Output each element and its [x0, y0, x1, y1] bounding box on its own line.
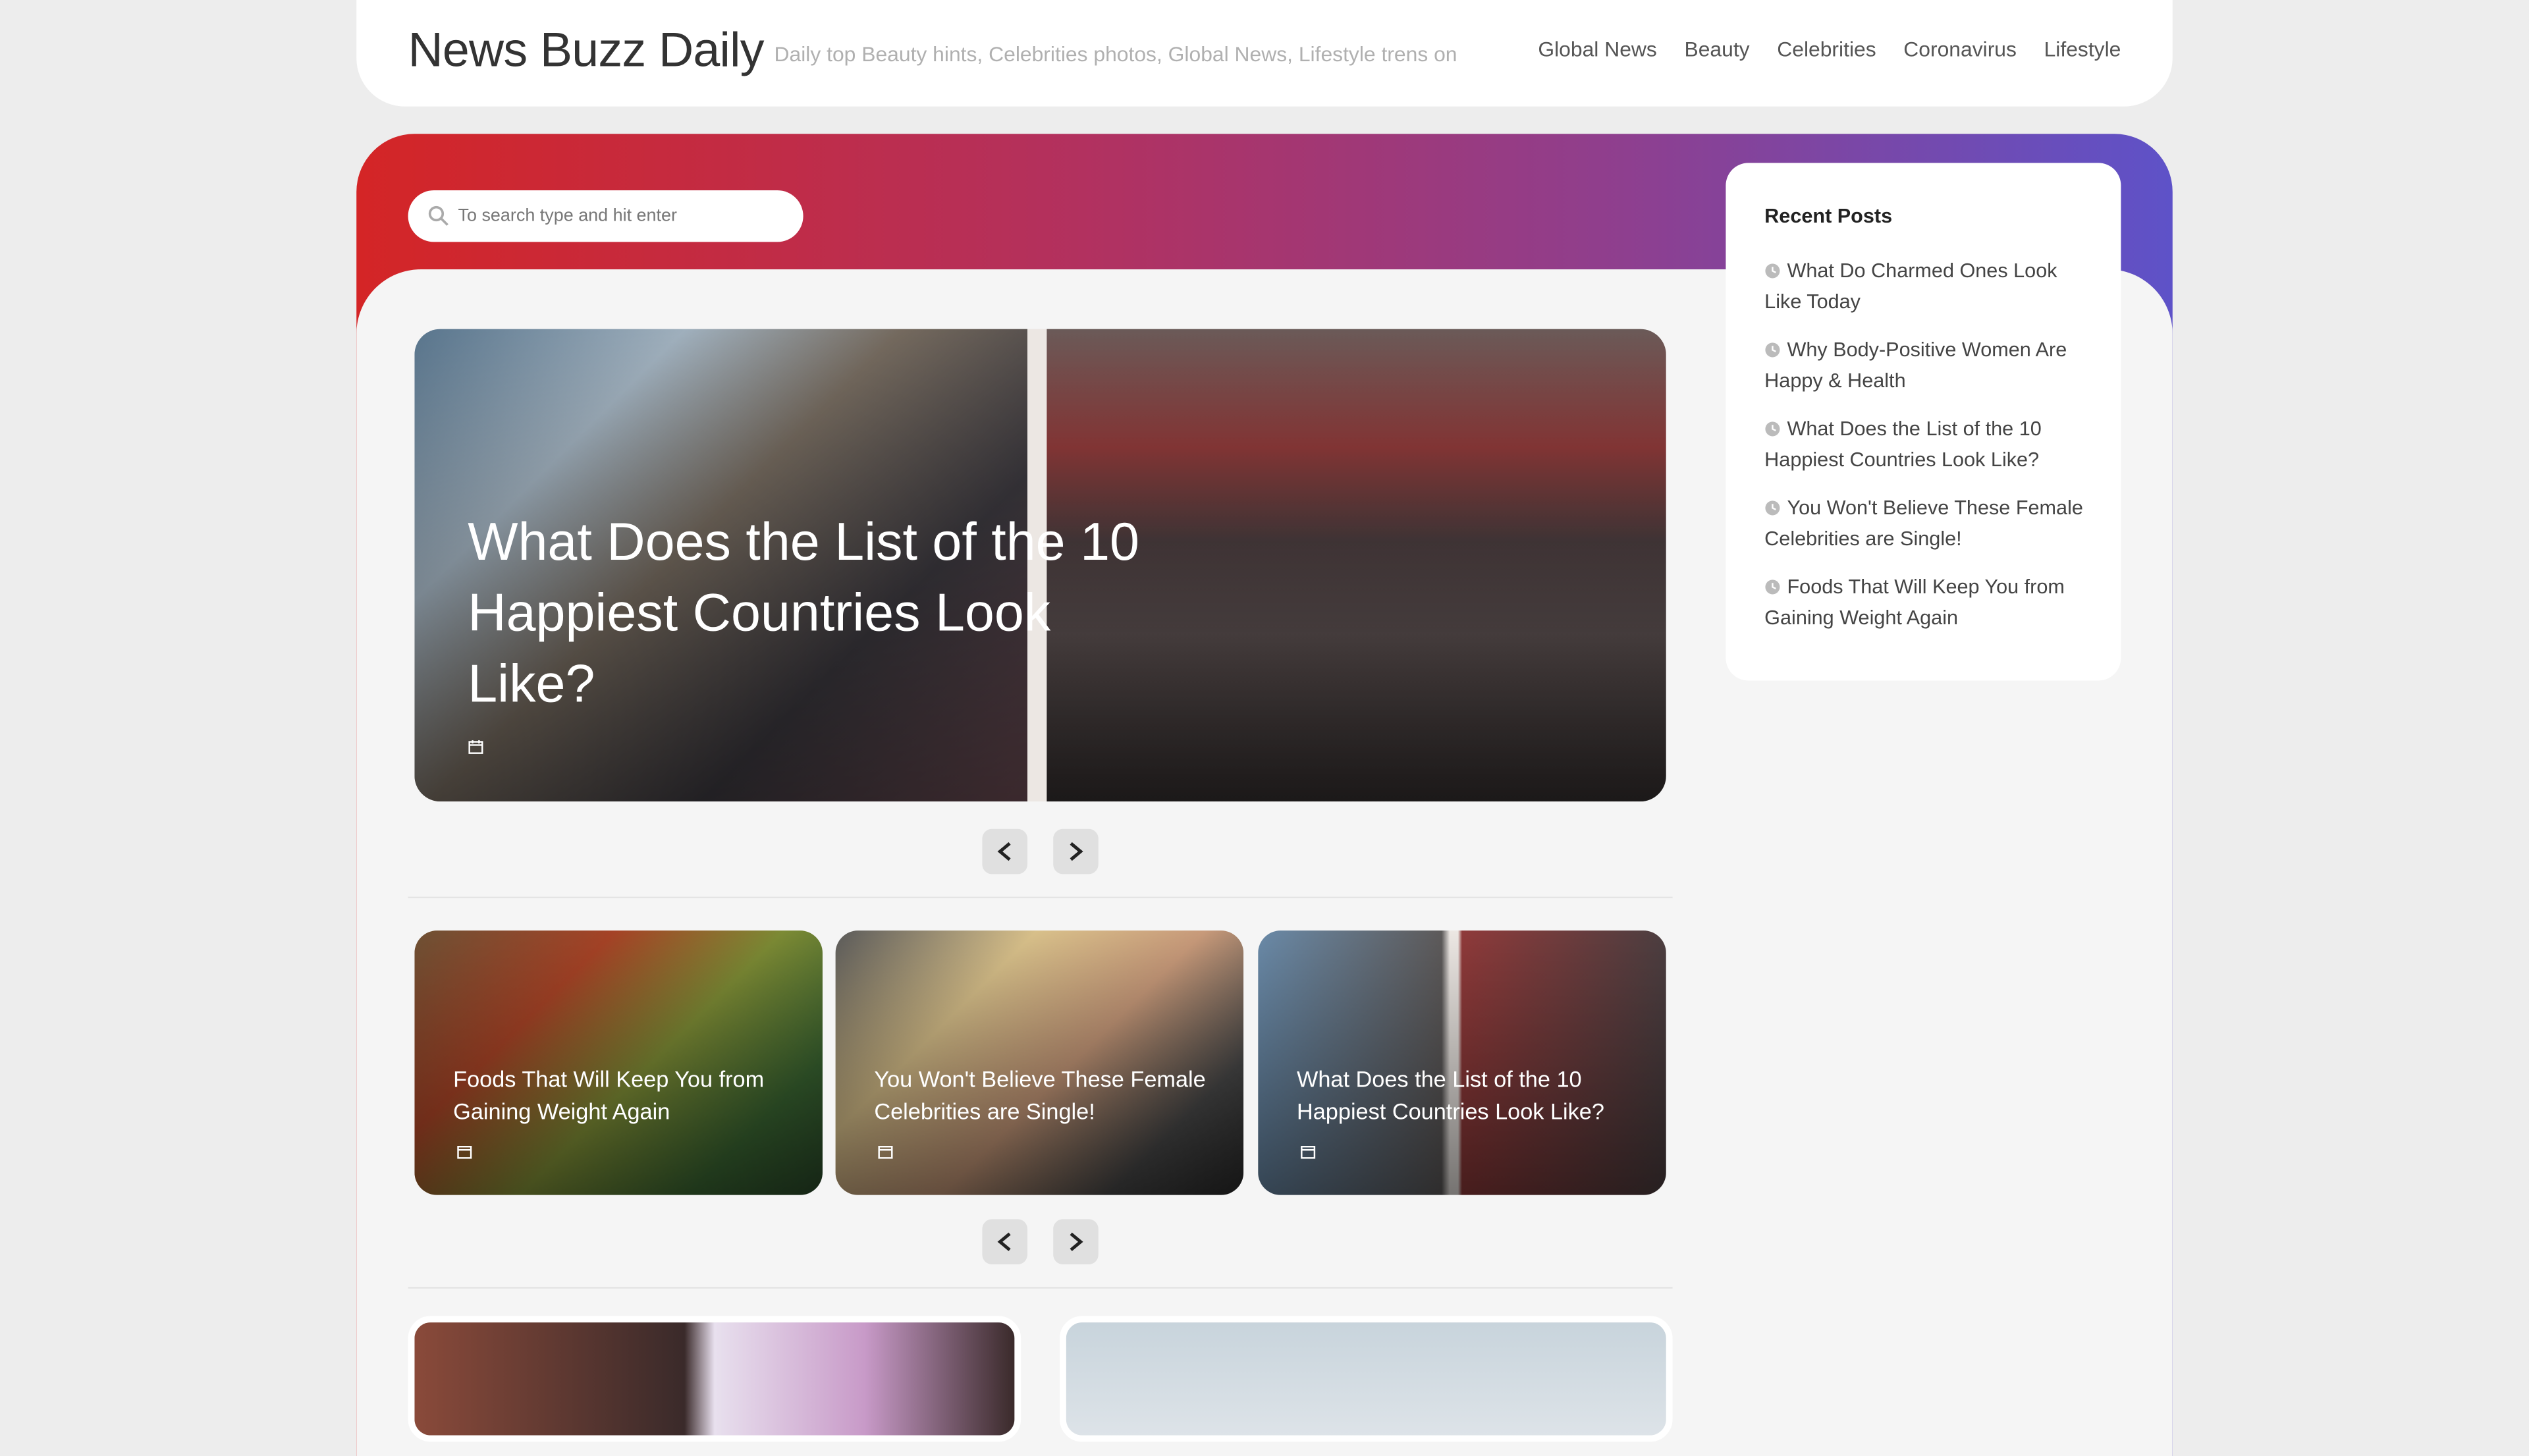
calendar-icon: [457, 1146, 472, 1159]
divider: [408, 896, 1673, 899]
calendar-icon: [468, 740, 483, 754]
chevron-left-icon: [997, 842, 1011, 861]
recent-post-item[interactable]: What Does the List of the 10 Happiest Co…: [1764, 414, 2087, 475]
clock-icon: [1765, 263, 1780, 279]
recent-post-link[interactable]: You Won't Believe These Female Celebriti…: [1764, 497, 2083, 550]
clock-icon: [1765, 421, 1780, 437]
card-image: [1066, 1322, 1666, 1436]
featured-slider[interactable]: What Does the List of the 10 Happiest Co…: [414, 329, 1666, 802]
cards-prev-button[interactable]: [982, 1219, 1028, 1265]
recent-post-item[interactable]: What Do Charmed Ones Look Like Today: [1764, 256, 2087, 317]
chevron-right-icon: [1070, 1232, 1083, 1251]
nav-lifestyle[interactable]: Lifestyle: [2044, 37, 2121, 61]
search-box[interactable]: [408, 190, 803, 242]
site-title[interactable]: News Buzz Daily: [408, 24, 765, 79]
card-title[interactable]: You Won't Believe These Female Celebriti…: [874, 1063, 1221, 1127]
recent-post-item[interactable]: You Won't Believe These Female Celebriti…: [1764, 493, 2087, 554]
card-title[interactable]: What Does the List of the 10 Happiest Co…: [1297, 1063, 1644, 1127]
calendar-icon: [1301, 1146, 1316, 1159]
nav-celebrities[interactable]: Celebrities: [1777, 37, 1876, 61]
nav-coronavirus[interactable]: Coronavirus: [1903, 37, 2017, 61]
site-header: News Buzz Daily Daily top Beauty hints, …: [356, 0, 2173, 107]
cards-slider-controls: [982, 1219, 1099, 1265]
post-card-bottom[interactable]: [408, 1316, 1021, 1442]
main-nav: Global News Beauty Celebrities Coronavir…: [1538, 37, 2121, 61]
recent-post-item[interactable]: Why Body-Positive Women Are Happy & Heal…: [1764, 335, 2087, 396]
nav-beauty[interactable]: Beauty: [1684, 37, 1749, 61]
chevron-right-icon: [1070, 842, 1083, 861]
recent-post-link[interactable]: What Does the List of the 10 Happiest Co…: [1764, 418, 2042, 471]
clock-icon: [1765, 580, 1780, 595]
cards-next-button[interactable]: [1053, 1219, 1099, 1265]
post-card-bottom[interactable]: [1059, 1316, 1673, 1442]
featured-title[interactable]: What Does the List of the 10 Happiest Co…: [468, 506, 1145, 719]
card-image: [414, 1322, 1015, 1436]
site-tagline: Daily top Beauty hints, Celebrities phot…: [774, 41, 1457, 67]
calendar-icon: [878, 1146, 893, 1159]
divider: [408, 1287, 1673, 1289]
recent-posts-widget: Recent Posts What Do Charmed Ones Look L…: [1726, 163, 2121, 681]
search-icon: [428, 205, 449, 226]
card-title[interactable]: Foods That Will Keep You from Gaining We…: [453, 1063, 800, 1127]
recent-post-item[interactable]: Foods That Will Keep You from Gaining We…: [1764, 572, 2087, 634]
recent-post-link[interactable]: What Do Charmed Ones Look Like Today: [1764, 259, 2057, 313]
chevron-left-icon: [997, 1232, 1011, 1251]
recent-posts-list: What Do Charmed Ones Look Like Today Why…: [1764, 256, 2087, 651]
nav-global-news[interactable]: Global News: [1538, 37, 1656, 61]
slider-prev-button[interactable]: [982, 828, 1028, 875]
recent-post-link[interactable]: Foods That Will Keep You from Gaining We…: [1764, 576, 2065, 629]
featured-slider-controls: [982, 828, 1099, 875]
recent-posts-heading: Recent Posts: [1764, 205, 1893, 228]
post-card[interactable]: What Does the List of the 10 Happiest Co…: [1258, 930, 1666, 1195]
clock-icon: [1765, 342, 1780, 358]
post-card[interactable]: Foods That Will Keep You from Gaining We…: [414, 930, 823, 1195]
post-card[interactable]: You Won't Believe These Female Celebriti…: [835, 930, 1244, 1195]
slider-next-button[interactable]: [1053, 828, 1099, 875]
recent-post-link[interactable]: Why Body-Positive Women Are Happy & Heal…: [1764, 338, 2067, 392]
clock-icon: [1765, 500, 1780, 516]
search-input[interactable]: [454, 205, 784, 228]
